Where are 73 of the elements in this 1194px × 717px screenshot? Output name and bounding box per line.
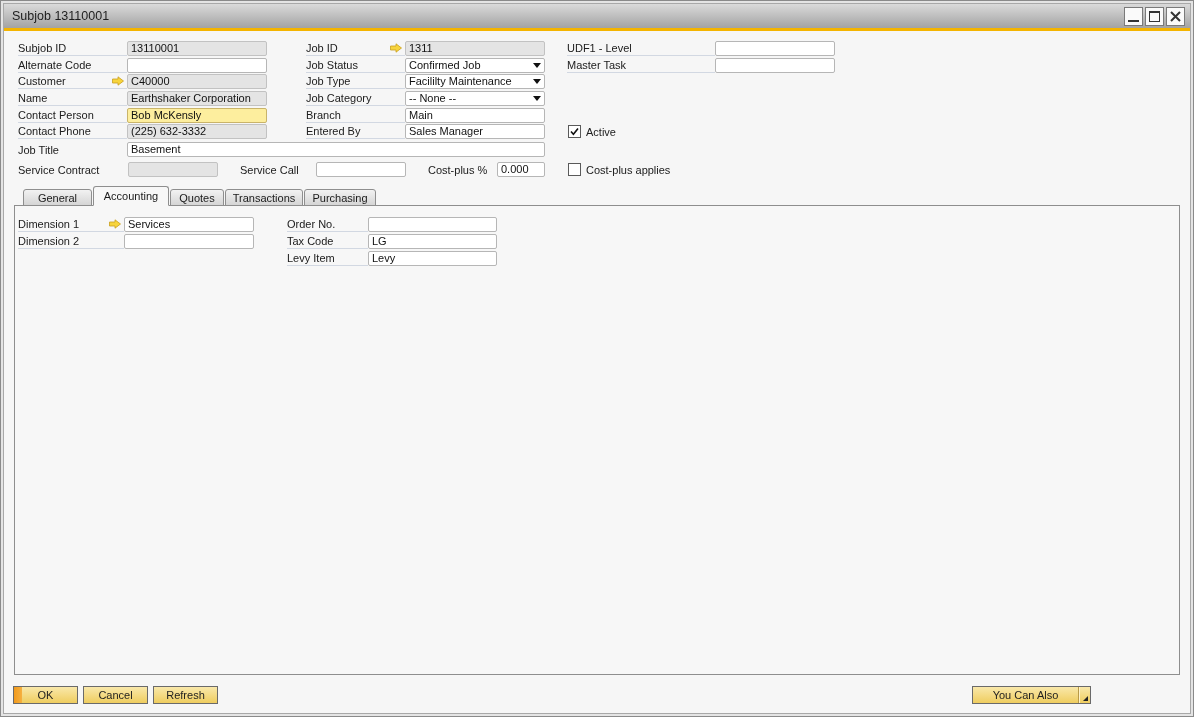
- field-label: Branch: [306, 108, 341, 121]
- field-label: Entered By: [306, 125, 361, 138]
- input-field[interactable]: LG: [368, 234, 497, 250]
- checkbox-label: Cost-plus applies: [586, 163, 671, 176]
- input-field[interactable]: [127, 57, 267, 73]
- caret-icon: [533, 96, 541, 102]
- input-field[interactable]: Main: [405, 107, 545, 123]
- input-field[interactable]: [715, 57, 835, 73]
- maximize-button[interactable]: [1145, 6, 1164, 26]
- tab[interactable]: Purchasing: [304, 189, 376, 207]
- tab[interactable]: Transactions: [225, 189, 303, 207]
- input-field[interactable]: Bob McKensly: [127, 107, 267, 123]
- dropdown[interactable]: -- None --: [405, 91, 545, 107]
- close-button[interactable]: [1166, 6, 1185, 26]
- input-field[interactable]: [368, 217, 497, 233]
- minimize-button[interactable]: [1124, 6, 1143, 26]
- maximize-icon: [1149, 10, 1160, 22]
- right-arrow-icon[interactable]: [112, 76, 124, 87]
- field-label: Alternate Code: [18, 58, 92, 71]
- tab[interactable]: General: [23, 189, 92, 207]
- footer-button[interactable]: OK: [13, 686, 78, 704]
- field-label: Contact Person: [18, 108, 94, 121]
- checkbox-label: Active: [586, 125, 616, 138]
- field-label: Cost-plus %: [428, 163, 488, 176]
- field-label: Contact Phone: [18, 125, 91, 138]
- field-label: Dimension 1: [18, 218, 80, 231]
- close-icon: [1170, 10, 1181, 22]
- checkbox[interactable]: [568, 125, 581, 139]
- field-label: Dimension 2: [18, 235, 80, 248]
- input-field[interactable]: 0.000: [497, 162, 545, 178]
- field-label: Service Contract: [18, 163, 100, 176]
- input-field[interactable]: Sales Manager: [405, 124, 545, 140]
- input-field[interactable]: 1311: [405, 41, 545, 56]
- field-label: Master Task: [567, 58, 627, 71]
- field-label: Tax Code: [287, 235, 334, 248]
- input-field[interactable]: Levy: [368, 251, 497, 267]
- menu-button[interactable]: You Can Also: [972, 686, 1091, 704]
- input-field[interactable]: Services: [124, 217, 254, 233]
- field-label: Subjob ID: [18, 42, 67, 54]
- footer-button[interactable]: Cancel: [83, 686, 148, 704]
- field-label: Order No.: [287, 218, 336, 231]
- caret-icon: [533, 79, 541, 85]
- corner-caret-icon: [1083, 696, 1088, 701]
- field-label: Name: [18, 92, 48, 105]
- field-label: Service Call: [240, 163, 299, 176]
- field-label: Job Title: [18, 143, 59, 156]
- field-label: Customer: [18, 75, 66, 88]
- input-field[interactable]: [715, 41, 835, 56]
- field-label: Job Type: [306, 75, 351, 88]
- field-label: Levy Item: [287, 252, 335, 265]
- input-field[interactable]: (225) 632-3332: [127, 124, 267, 140]
- footer-button[interactable]: Refresh: [153, 686, 218, 704]
- field-label: Job ID: [306, 42, 338, 54]
- checkbox[interactable]: [568, 163, 581, 177]
- input-field[interactable]: Basement: [127, 142, 545, 158]
- dropdown[interactable]: Confirmed Job: [405, 57, 545, 73]
- input-field[interactable]: C40000: [127, 74, 267, 90]
- input-field[interactable]: [316, 162, 406, 178]
- input-field[interactable]: 13110001: [127, 41, 267, 56]
- field-label: Job Category: [306, 92, 372, 105]
- field-label: Job Status: [306, 58, 358, 71]
- caret-icon: [533, 62, 541, 68]
- tab[interactable]: Accounting: [93, 186, 169, 207]
- field-label: UDF1 - Level: [567, 42, 632, 54]
- input-field[interactable]: Earthshaker Corporation: [127, 91, 267, 107]
- right-arrow-icon[interactable]: [390, 43, 402, 53]
- dropdown[interactable]: Facililty Maintenance: [405, 74, 545, 90]
- tab[interactable]: Quotes: [170, 189, 224, 207]
- window-title: Subjob 13110001: [12, 9, 110, 23]
- minimize-icon: [1128, 19, 1139, 22]
- input-field[interactable]: [128, 162, 218, 178]
- right-arrow-icon[interactable]: [109, 219, 121, 230]
- input-field[interactable]: [124, 234, 254, 250]
